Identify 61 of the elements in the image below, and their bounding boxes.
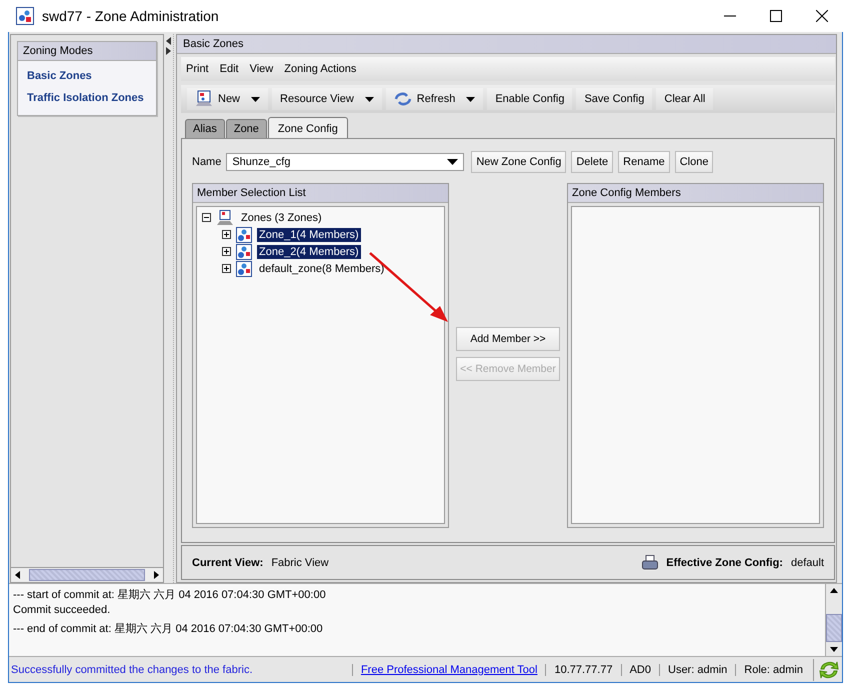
log-line: --- start of commit at: 星期六 六月 04 2016 07:04:30 GMT+00:00 <box>13 588 327 603</box>
printer-icon[interactable] <box>642 555 658 570</box>
panel-title: Basic Zones <box>177 35 836 54</box>
panel-title: Zone Config Members <box>568 184 823 203</box>
config-button[interactable]: Rename <box>618 151 670 173</box>
monitor-icon <box>195 90 213 108</box>
status-message: Successfully committed the changes to the fabric. <box>11 664 254 676</box>
toolbar-button[interactable]: Enable Config <box>487 88 572 110</box>
vertical-scrollbar[interactable] <box>825 584 842 656</box>
tab[interactable]: Alias <box>185 119 225 138</box>
tab[interactable]: Zone <box>226 119 267 138</box>
toolbar-button[interactable]: New <box>187 88 268 110</box>
menu-item[interactable]: Zoning Actions <box>284 63 356 75</box>
menu-item[interactable]: View <box>250 63 274 75</box>
tree-node[interactable]: Zones (3 Zones) <box>239 210 324 224</box>
config-button[interactable]: New Zone Config <box>471 151 566 173</box>
status-field: User: admin <box>659 664 736 676</box>
computer-icon <box>216 210 234 226</box>
menu-item[interactable]: Edit <box>220 63 239 75</box>
menu-item[interactable]: Print <box>186 63 209 75</box>
window-title: swd77 - Zone Administration <box>42 8 219 24</box>
name-label: Name <box>192 156 222 168</box>
log-line: Commit succeeded. <box>13 604 112 618</box>
tree-toggle-icon[interactable] <box>222 247 231 256</box>
toolbar-button[interactable]: Refresh <box>386 88 484 110</box>
horizontal-scrollbar[interactable] <box>11 567 164 582</box>
name-dropdown[interactable]: Shunze_cfg <box>226 153 464 171</box>
tree-toggle-icon[interactable] <box>222 230 231 239</box>
sidebar-item[interactable]: Traffic Isolation Zones <box>18 87 156 109</box>
app-icon <box>16 7 34 25</box>
toolbar-button[interactable]: Save Config <box>576 88 652 110</box>
panel-title: Member Selection List <box>193 184 448 203</box>
effective-config-value: default <box>790 556 824 568</box>
tree-node[interactable]: Zone_2(4 Members) <box>257 244 361 258</box>
current-view-label: Current View: <box>192 556 264 568</box>
effective-config-label: Effective Zone Config: <box>666 556 783 568</box>
zone-icon <box>236 260 252 276</box>
caret-icon <box>447 159 458 165</box>
sidebar-item[interactable]: Basic Zones <box>18 65 156 87</box>
tree-node[interactable]: default_zone(8 Members) <box>257 262 386 276</box>
close-icon[interactable] <box>816 10 828 22</box>
current-view-value: Fabric View <box>271 556 329 568</box>
zone-icon <box>236 226 252 242</box>
config-button[interactable]: Clone <box>674 151 714 173</box>
refresh-icon <box>394 91 412 107</box>
transfer-button[interactable]: Add Member >> <box>456 327 560 351</box>
log-line: --- end of commit at: 星期六 六月 04 2016 07:04:30 GMT+00:00 <box>13 622 324 637</box>
tree-toggle-icon[interactable] <box>222 264 231 273</box>
tree-node[interactable]: Zone_1(4 Members) <box>257 228 361 242</box>
toolbar-button[interactable]: Clear All <box>656 88 714 110</box>
sidebar-title: Zoning Modes <box>18 42 156 61</box>
zone-icon <box>236 244 252 260</box>
tree-toggle-icon[interactable] <box>202 213 211 222</box>
status-field: AD0 <box>620 664 659 676</box>
management-tool-link[interactable]: Free Professional Management Tool <box>352 664 546 676</box>
config-button[interactable]: Delete <box>571 151 614 173</box>
status-field: Role: admin <box>735 664 811 676</box>
tab[interactable]: Zone Config <box>268 117 348 138</box>
status-field: 10.77.77.77 <box>545 664 621 676</box>
toolbar-button[interactable]: Resource View <box>272 88 382 110</box>
maximize-icon[interactable] <box>770 10 782 22</box>
